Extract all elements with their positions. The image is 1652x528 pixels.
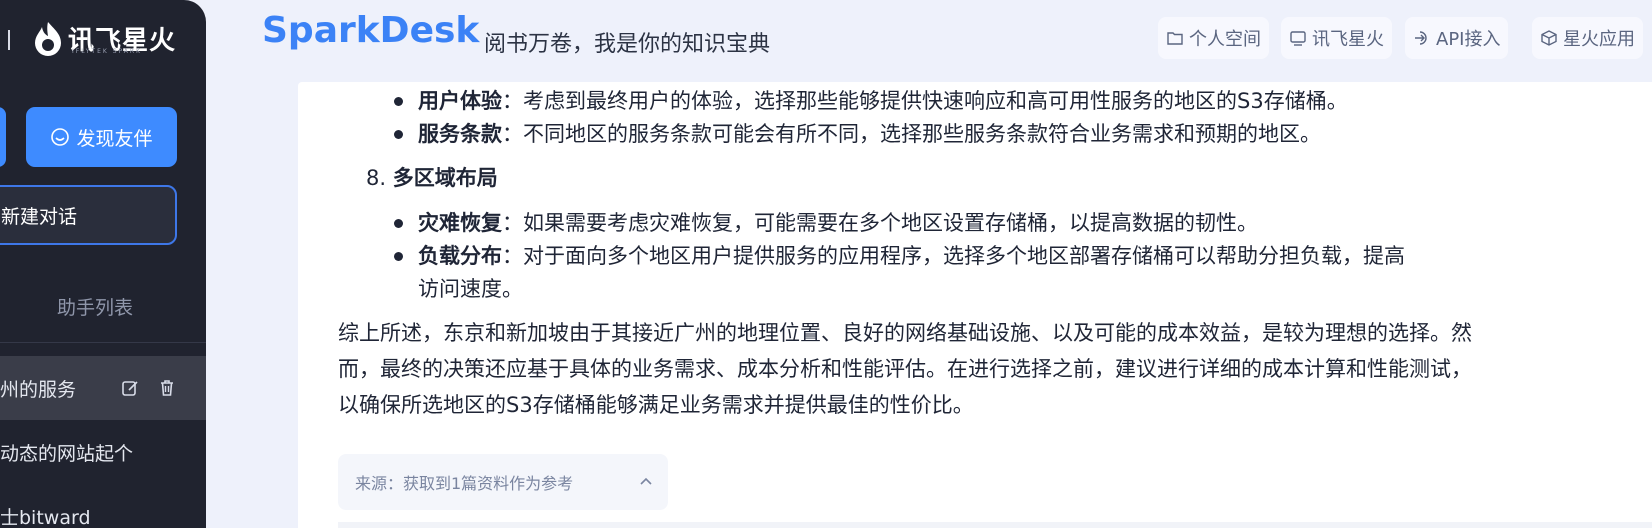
next-block-edge	[338, 522, 1652, 528]
nav-api-access[interactable]: API接入	[1405, 17, 1509, 59]
new-chat-button[interactable]: 新建对话	[0, 185, 177, 245]
folder-icon	[1167, 32, 1183, 45]
sidebar-left-button[interactable]	[0, 107, 6, 167]
discover-companion-button[interactable]: 发现友伴	[26, 107, 177, 167]
assistant-list-title[interactable]: 助手列表	[0, 293, 190, 320]
list-item-continuation: 访问速度。	[418, 277, 523, 301]
list-item-title: 负载分布	[418, 244, 502, 268]
nav-label: 个人空间	[1189, 29, 1261, 50]
answer-content: 用户体验：考虑到最终用户的体验，选择那些能够提供快速响应和高可用性服务的地区的S…	[298, 82, 1652, 528]
list-item: 灾难恢复：如果需要考虑灾难恢复，可能需要在多个地区设置存储桶，以提高数据的韧性。	[418, 207, 1258, 240]
source-reference-toggle[interactable]: 来源：获取到1篇资料作为参考	[338, 454, 668, 510]
logo-subtext: IFLYTEK SPARK	[72, 48, 142, 55]
bullet	[394, 252, 403, 261]
trash-icon[interactable]	[157, 378, 177, 398]
history-item[interactable]: 动态的网站起个	[0, 420, 206, 484]
summary-line: 而，最终的决策还应基于具体的业务需求、成本分析和性能评估。在进行选择之前，建议进…	[338, 357, 1472, 381]
brand-logo[interactable]: SparkDesk	[262, 10, 479, 51]
sidebar-divider	[0, 342, 206, 343]
history-item-label: 士bitward	[0, 506, 91, 528]
edit-icon[interactable]	[120, 378, 140, 398]
logo-divider	[8, 30, 10, 50]
new-chat-label: 新建对话	[1, 205, 78, 228]
list-item: 服务条款：不同地区的服务条款可能会有所不同，选择那些服务条款符合业务需求和预期的…	[418, 118, 1321, 151]
chevron-up-icon	[640, 477, 652, 485]
spark-logo-icon	[28, 19, 68, 59]
bullet	[394, 219, 403, 228]
nav-label: API接入	[1436, 29, 1501, 50]
list-item-text: ：对于面向多个地区用户提供服务的应用程序，选择多个地区部署存储桶可以帮助分担负载…	[502, 244, 1405, 268]
cube-icon	[1541, 30, 1557, 46]
list-item: 用户体验：考虑到最终用户的体验，选择那些能够提供快速响应和高可用性服务的地区的S…	[418, 85, 1348, 118]
summary-line: 综上所述，东京和新加坡由于其接近广州的地理位置、良好的网络基础设施、以及可能的成…	[338, 321, 1472, 345]
nav-spark-apps[interactable]: 星火应用	[1532, 17, 1643, 59]
slogan: 阅书万卷，我是你的知识宝典	[484, 32, 771, 57]
sidebar: 讯飞星火 IFLYTEK SPARK 发现友伴 新建对话 助手列表 州的服务 动…	[0, 0, 206, 528]
nav-spark[interactable]: 讯飞星火	[1281, 17, 1392, 59]
list-item-text: ：如果需要考虑灾难恢复，可能需要在多个地区设置存储桶，以提高数据的韧性。	[502, 211, 1258, 235]
section-number: 8.	[366, 166, 387, 190]
summary-line: 以确保所选地区的S3存储桶能够满足业务需求并提供最佳的性价比。	[338, 393, 974, 417]
list-item-text: ：不同地区的服务条款可能会有所不同，选择那些服务条款符合业务需求和预期的地区。	[502, 122, 1321, 146]
section-title: 多区域布局	[392, 166, 498, 190]
history-item-label: 动态的网站起个	[0, 442, 134, 465]
api-login-icon	[1415, 31, 1427, 45]
discover-companion-label: 发现友伴	[76, 127, 153, 150]
bullet	[394, 97, 403, 106]
list-item-title: 服务条款	[418, 122, 502, 146]
list-item-title: 用户体验	[418, 89, 502, 113]
history-item[interactable]: 州的服务	[0, 356, 206, 420]
history-item[interactable]: 士bitward	[0, 484, 206, 528]
list-item: 负载分布：对于面向多个地区用户提供服务的应用程序，选择多个地区部署存储桶可以帮助…	[418, 240, 1405, 273]
nav-personal-space[interactable]: 个人空间	[1158, 17, 1269, 59]
list-item-title: 灾难恢复	[418, 211, 502, 235]
bullet	[394, 130, 403, 139]
smile-icon	[51, 128, 70, 146]
monitor-icon	[1290, 31, 1306, 46]
source-label: 来源：获取到1篇资料作为参考	[355, 474, 574, 493]
nav-label: 星火应用	[1563, 29, 1635, 50]
nav-label: 讯飞星火	[1312, 29, 1384, 50]
section-heading: 8. 多区域布局	[366, 162, 498, 195]
top-header: SparkDesk 阅书万卷，我是你的知识宝典 个人空间 讯飞星火 API接入 …	[206, 0, 1652, 76]
list-item-text: ：考虑到最终用户的体验，选择那些能够提供快速响应和高可用性服务的地区的S3存储桶…	[502, 89, 1348, 113]
history-item-label: 州的服务	[0, 378, 77, 401]
